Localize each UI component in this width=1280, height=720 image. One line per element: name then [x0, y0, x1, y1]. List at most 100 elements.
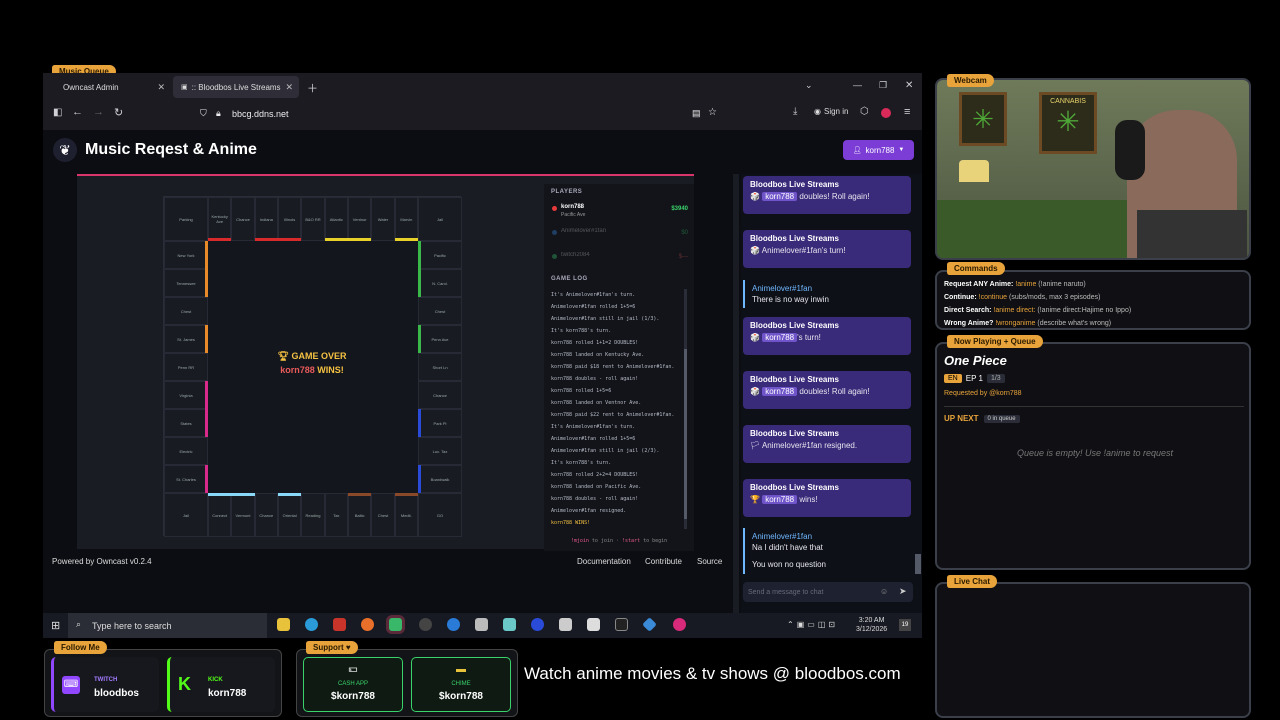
app-icon[interactable] [642, 617, 657, 632]
system-tray-icons[interactable]: ⌃▣▭◫⊡ [787, 620, 838, 629]
edge-icon[interactable] [305, 618, 318, 631]
taskbar-clock[interactable]: 3:20 AM 3/12/2026 [856, 616, 887, 634]
address-bar[interactable]: ⛉ 🔒︎ bbcg.ddns.net ▤ ☆ [188, 104, 723, 124]
forward-icon[interactable]: → [93, 106, 104, 118]
notification-badge[interactable]: 19 [899, 619, 911, 631]
reload-icon[interactable]: ↻ [114, 106, 123, 119]
active-app-icon[interactable] [389, 618, 402, 631]
chat-scrollbar-thumb[interactable] [915, 554, 921, 574]
color-group-strip [348, 493, 372, 496]
log-line: It's Animelover#1fan's turn. [551, 424, 636, 430]
app-icon[interactable] [587, 618, 600, 631]
chat-sender: Bloodbos Live Streams [750, 234, 839, 243]
twitch-label: TWITCH [94, 677, 118, 683]
wins-label: WINS! [317, 365, 344, 375]
board-space: Virginia [164, 381, 208, 409]
new-tab-icon[interactable]: ＋ [307, 80, 318, 96]
tab-bloodbos-live[interactable]: ▣ :: Bloodbos Live Streams ✕ [173, 76, 299, 98]
log-scroll-thumb[interactable] [684, 349, 687, 519]
player-name: Animelover#1fan [561, 228, 607, 234]
twitch-username: bloodbos [94, 688, 139, 699]
chat-username[interactable]: Animelover#1fan [752, 532, 904, 541]
chat-username[interactable]: Animelover#1fan [752, 284, 904, 293]
app-icon[interactable] [475, 618, 488, 631]
windows-start-icon[interactable]: ⊞ [51, 619, 60, 632]
commands-tag: Commands [947, 262, 1005, 275]
log-line: korn788 WINS! [551, 520, 591, 526]
app-icon[interactable] [333, 618, 346, 631]
board-space: Park Pl [418, 409, 462, 437]
back-icon[interactable]: ← [72, 106, 83, 118]
app-icon[interactable] [447, 618, 460, 631]
board-space: Atlantic [324, 197, 348, 241]
tab-owncast-admin[interactable]: Owncast Admin ✕ [47, 76, 171, 98]
command-label: Wrong Anime? [944, 320, 994, 327]
requested-by: Requested by @korn788 [944, 390, 1022, 397]
footer-link-source[interactable]: Source [697, 557, 722, 566]
taskbar-search[interactable]: ⌕ Type here to search [68, 613, 267, 638]
log-line: korn788 paid $18 rent to Animelover#1fan… [551, 364, 675, 370]
log-line: It's Animelover#1fan's turn. [551, 292, 636, 298]
close-icon[interactable]: ✕ [285, 82, 293, 93]
color-group-strip [278, 493, 302, 496]
page-scrollbar[interactable] [733, 174, 739, 613]
chat-text: 🎲 Animelover#1fan's turn! [750, 246, 904, 255]
window-close-icon[interactable]: ✕ [905, 80, 913, 91]
chat-input[interactable]: Send a message to chat ☺ ➤ [743, 582, 913, 602]
queue-count: 0 in queue [983, 414, 1020, 423]
tab-label: :: Bloodbos Live Streams [191, 82, 281, 92]
color-group-strip [278, 238, 302, 241]
footer-link-contribute[interactable]: Contribute [645, 557, 682, 566]
color-group-strip [205, 241, 208, 269]
chime-card: ▬ CHIME $korn788 [411, 657, 511, 712]
lock-icon[interactable]: 🔒︎ [216, 108, 221, 119]
send-icon[interactable]: ➤ [899, 586, 907, 597]
addon-icon[interactable] [881, 108, 891, 118]
terminal-icon[interactable] [615, 618, 628, 631]
shield-icon[interactable]: ⛉ [200, 108, 207, 119]
board-space: B&O RR [301, 197, 325, 241]
reader-icon[interactable]: ▤ [692, 108, 701, 119]
twitch-card: ⌨ TWITCH bloodbos [51, 657, 159, 712]
chat-text: 🎲 korn788's turn! [750, 333, 904, 342]
emoji-icon[interactable]: ☺ [880, 587, 888, 596]
file-explorer-icon[interactable] [277, 618, 290, 631]
minimize-icon[interactable]: — [853, 80, 862, 90]
log-scrollbar[interactable] [684, 289, 687, 529]
download-icon[interactable]: ⤓ [793, 106, 797, 117]
game-log[interactable]: It's Animelover#1fan's turn. Animelover#1… [551, 289, 686, 529]
user-menu-button[interactable]: 👤︎ korn788 ▼ [843, 140, 914, 160]
obs-icon[interactable] [419, 618, 432, 631]
log-line: korn788 landed on Kentucky Ave. [551, 352, 645, 358]
chat-message-body: 's turn! [797, 333, 821, 342]
app-icon[interactable] [559, 618, 572, 631]
color-group-strip [205, 381, 208, 409]
bookmark-star-icon[interactable]: ☆ [708, 107, 717, 118]
webcam-poster-2: CANNABIS ✳ [1039, 92, 1097, 154]
dice-icon: 🎲 [750, 246, 760, 255]
app-icon[interactable] [673, 618, 686, 631]
media-player-icon[interactable] [531, 618, 544, 631]
join-hint: !mjoin to join · !start to begin [544, 538, 694, 544]
log-line: korn788 rolled 2+2=4 DOUBLES! [551, 472, 639, 478]
maximize-icon[interactable]: ❐ [879, 80, 887, 91]
log-line: Animelover#1fan rolled 1+5=6 [551, 436, 636, 442]
dice-icon: 🎲 [750, 387, 760, 396]
footer-link-documentation[interactable]: Documentation [577, 557, 631, 566]
game-log-header: GAME LOG [551, 276, 588, 282]
chat-message-user: Animelover#1fan There is no way inwin [743, 280, 911, 308]
tab-list-icon[interactable]: ⌄ [805, 80, 813, 91]
sidebar-icon[interactable]: ◧ [53, 107, 62, 118]
trophy-icon: 🏆 [750, 495, 760, 504]
menu-icon[interactable]: ≡ [904, 106, 910, 118]
firefox-icon[interactable] [361, 618, 374, 631]
kick-label: KICK [208, 677, 223, 683]
close-icon[interactable]: ✕ [157, 82, 165, 93]
sign-in-button[interactable]: ◉ Sign in [814, 107, 848, 116]
player-row: Animelover#1fan $0 [552, 228, 688, 246]
board-space: Marvin [394, 197, 418, 241]
app-icon[interactable] [503, 618, 516, 631]
extensions-icon[interactable]: ⬡ [860, 106, 869, 117]
color-group-strip [418, 325, 421, 353]
owncast-logo-icon[interactable]: ❦ [53, 138, 77, 162]
